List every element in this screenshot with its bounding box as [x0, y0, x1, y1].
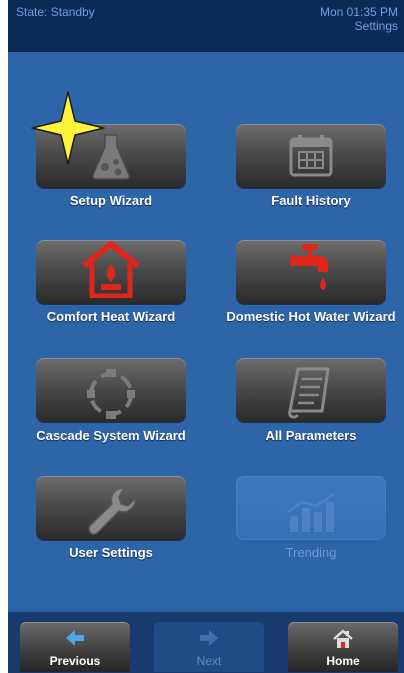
trending-button[interactable]	[236, 476, 386, 540]
previous-button[interactable]: Previous	[20, 622, 130, 672]
comfort-heat-wizard-label: Comfort Heat Wizard	[46, 309, 176, 324]
domestic-hot-water-wizard-button[interactable]	[236, 240, 386, 304]
cascade-icon	[87, 369, 135, 419]
status-bar: State: Standby Mon 01:35 PM Settings	[8, 0, 404, 52]
home-button[interactable]: Home	[288, 622, 398, 672]
arrow-right-icon	[200, 630, 218, 646]
trending-label: Trending	[285, 545, 337, 560]
document-icon	[288, 367, 330, 419]
fault-history-button[interactable]	[236, 124, 386, 188]
domestic-hot-water-wizard-label: Domestic Hot Water Wizard	[226, 309, 396, 324]
settings-screen: State: Standby Mon 01:35 PM Settings Set…	[8, 0, 404, 673]
cascade-system-wizard-label: Cascade System Wizard	[36, 428, 186, 443]
fault-history-label: Fault History	[271, 193, 351, 208]
arrow-left-icon	[66, 630, 84, 646]
cascade-system-wizard-button[interactable]	[36, 358, 186, 422]
trend-chart-icon	[287, 492, 335, 532]
all-parameters-button[interactable]	[236, 358, 386, 422]
next-label: Next	[196, 654, 222, 668]
user-settings-label: User Settings	[69, 545, 153, 560]
comfort-heat-wizard-button[interactable]	[36, 240, 186, 304]
next-button[interactable]: Next	[154, 622, 264, 672]
state-text: State: Standby	[16, 5, 95, 19]
clock-text: Mon 01:35 PM	[319, 5, 398, 19]
setup-wizard-label: Setup Wizard	[69, 193, 153, 208]
calendar-icon	[289, 135, 333, 177]
cursor-pointer-icon	[31, 91, 105, 165]
user-settings-button[interactable]	[36, 476, 186, 540]
navigation-bar: Previous Next Home	[8, 612, 404, 673]
wrench-icon	[88, 487, 136, 535]
home-label: Home	[326, 654, 360, 668]
all-parameters-label: All Parameters	[265, 428, 357, 443]
previous-label: Previous	[49, 654, 101, 668]
faucet-icon	[290, 244, 328, 290]
screen-title: Settings	[354, 19, 398, 33]
house-heat-icon	[82, 241, 140, 298]
home-icon	[333, 629, 353, 648]
